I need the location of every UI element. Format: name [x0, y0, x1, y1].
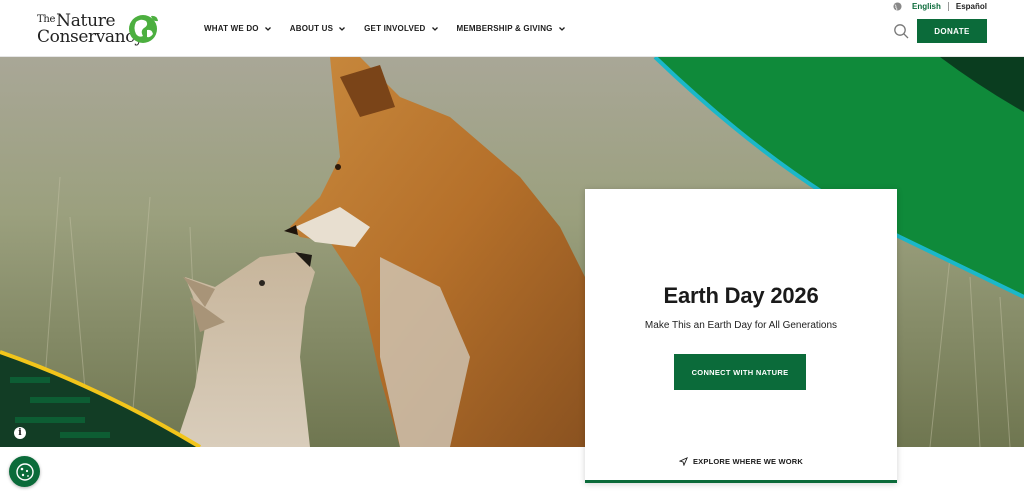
page: TheNature Conservancy WHAT WE DO ABOUT U…	[0, 0, 1024, 491]
language-switcher: English Español	[893, 2, 987, 11]
donate-button[interactable]: DONATE	[917, 19, 987, 43]
cookie-settings-button[interactable]	[9, 456, 40, 487]
explore-where-we-work-link[interactable]: EXPLORE WHERE WE WORK	[585, 457, 897, 466]
chevron-down-icon	[558, 26, 565, 31]
navigation-arrow-icon	[678, 457, 688, 466]
nav-get-involved[interactable]: GET INVOLVED	[364, 24, 438, 33]
nav-membership-giving[interactable]: MEMBERSHIP & GIVING	[457, 24, 566, 33]
hero-card: Earth Day 2026 Make This an Earth Day fo…	[585, 189, 897, 483]
search-icon[interactable]	[893, 23, 909, 39]
cookie-icon	[15, 462, 34, 481]
nav-about-us[interactable]: ABOUT US	[290, 24, 346, 33]
main-nav: WHAT WE DO ABOUT US GET INVOLVED MEMBERS…	[204, 24, 584, 33]
image-info-button[interactable]: i	[14, 427, 26, 439]
globe-icon	[893, 2, 902, 11]
chevron-down-icon	[264, 26, 271, 31]
logo[interactable]: TheNature Conservancy	[37, 12, 159, 48]
hero-title: Earth Day 2026	[663, 283, 819, 308]
lang-english[interactable]: English	[912, 2, 941, 11]
site-header: TheNature Conservancy WHAT WE DO ABOUT U…	[0, 0, 1024, 57]
lang-divider	[947, 2, 949, 11]
chevron-down-icon	[339, 26, 346, 31]
nav-what-we-do[interactable]: WHAT WE DO	[204, 24, 272, 33]
globe-leaf-icon	[129, 15, 158, 43]
lang-spanish[interactable]: Español	[956, 2, 987, 11]
connect-with-nature-button[interactable]: CONNECT WITH NATURE	[674, 354, 806, 390]
hero-subtitle: Make This an Earth Day for All Generatio…	[644, 320, 838, 331]
chevron-down-icon	[431, 26, 438, 31]
